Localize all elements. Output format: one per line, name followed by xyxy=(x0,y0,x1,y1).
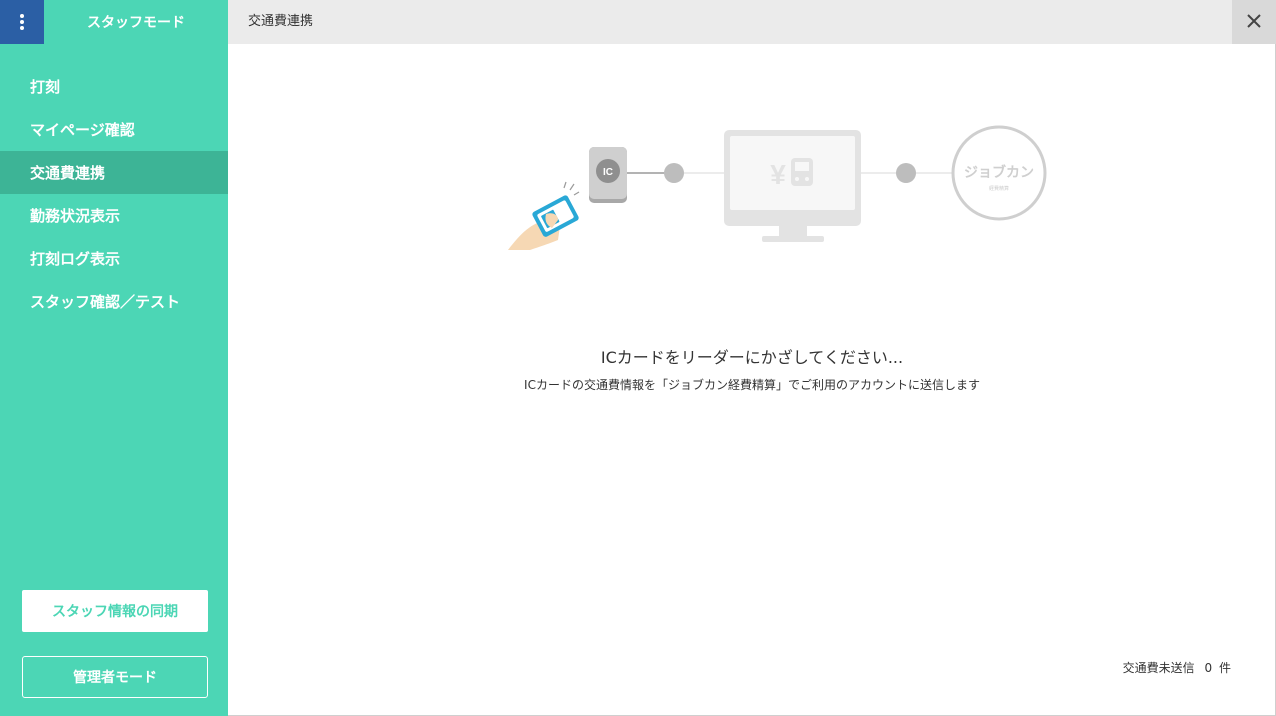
connector-dot xyxy=(896,163,916,183)
mode-title: スタッフモード xyxy=(87,15,185,31)
close-icon xyxy=(1247,13,1261,32)
sidebar-item-stamp-log[interactable]: 打刻ログ表示 xyxy=(0,237,228,280)
main-content: IC IC xyxy=(228,44,1276,716)
sidebar-item-transport[interactable]: 交通費連携 xyxy=(0,151,228,194)
pending-count: 0 xyxy=(1204,661,1213,675)
sidebar: スタッフモード 打刻 マイページ確認 交通費連携 勤務状況表示 打刻ログ表示 ス… xyxy=(0,0,228,716)
yen-symbol: ¥ xyxy=(770,159,786,190)
ic-flow-illustration: IC IC xyxy=(508,125,1047,250)
sidebar-item-work-status[interactable]: 勤務状況表示 xyxy=(0,194,228,237)
close-button[interactable] xyxy=(1232,0,1276,44)
sidebar-item-mypage[interactable]: マイページ確認 xyxy=(0,108,228,151)
instruction-message: ICカードをリーダーにかざしてください... xyxy=(600,348,904,367)
page-title: 交通費連携 xyxy=(248,14,314,29)
menu-button[interactable] xyxy=(0,0,44,44)
logo-subtext: 経費精算 xyxy=(989,185,1009,192)
pending-unit: 件 xyxy=(1218,661,1231,675)
jobcan-logo-icon: ジョブカン 経費精算 xyxy=(951,125,1047,221)
header: 交通費連携 xyxy=(228,0,1276,44)
pending-label: 交通費未送信 xyxy=(1122,661,1195,675)
connector-dot xyxy=(664,163,684,183)
reader-label: IC xyxy=(603,167,613,178)
app-window: スタッフモード 打刻 マイページ確認 交通費連携 勤務状況表示 打刻ログ表示 ス… xyxy=(0,0,1276,716)
sidebar-nav: 打刻 マイページ確認 交通費連携 勤務状況表示 打刻ログ表示 スタッフ確認／テス… xyxy=(0,65,228,323)
admin-mode-button[interactable]: 管理者モード xyxy=(22,656,208,698)
instruction-submessage: ICカードの交通費情報を「ジョブカン経費精算」でご利用のアカウントに送信します xyxy=(524,378,980,392)
monitor-icon: ¥ xyxy=(724,130,861,242)
sidebar-item-staff-test[interactable]: スタッフ確認／テスト xyxy=(0,280,228,323)
sidebar-item-stamp[interactable]: 打刻 xyxy=(0,65,228,108)
kebab-menu-icon xyxy=(19,13,25,31)
logo-text: ジョブカン xyxy=(964,164,1034,180)
train-icon xyxy=(791,158,813,186)
ic-reader-icon: IC xyxy=(589,147,627,203)
hand-card-icon: IC xyxy=(508,181,580,250)
sync-staff-button[interactable]: スタッフ情報の同期 xyxy=(22,590,208,632)
pending-count-status: 交通費未送信 0 件 xyxy=(1123,659,1231,676)
